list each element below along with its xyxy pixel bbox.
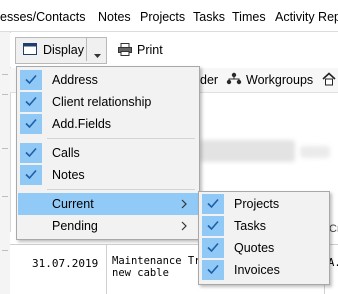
menu-item-label: Quotes <box>234 241 275 255</box>
submenu-arrow-icon <box>180 198 188 209</box>
menu-item-label: Client relationship <box>52 95 152 109</box>
tab-tasks[interactable]: Tasks <box>193 10 225 24</box>
menu-item-notes[interactable]: Notes <box>18 164 198 186</box>
menu-item-label: Current <box>52 197 94 211</box>
menu-item-label: Calls <box>52 146 80 160</box>
menu-item-calls[interactable]: Calls <box>18 142 198 164</box>
menu-item-pending[interactable]: Pending <box>18 215 198 237</box>
menu-separator <box>47 138 195 139</box>
current-submenu: Projects Tasks Quotes Invoices <box>198 191 330 285</box>
tab-addresses-contacts[interactable]: esses/Contacts <box>0 10 85 24</box>
left-tick <box>2 94 8 95</box>
dropdown-arrow-icon[interactable] <box>94 48 101 58</box>
submenu-item-invoices[interactable]: Invoices <box>200 259 328 281</box>
display-button[interactable]: Display <box>15 37 107 64</box>
redacted-content <box>200 140 295 162</box>
home-icon[interactable] <box>322 72 336 86</box>
row-date: 31.07.2019 <box>32 257 99 270</box>
menu-item-label: Tasks <box>234 219 266 233</box>
left-tick <box>2 74 8 75</box>
tab-activity-report[interactable]: Activity Rep <box>275 10 338 24</box>
tab-times[interactable]: Times <box>232 10 266 24</box>
menu-item-label: Pending <box>52 219 98 233</box>
display-button-label: Display <box>43 43 84 57</box>
print-button-label: Print <box>137 43 163 57</box>
checkmark-icon <box>24 145 38 159</box>
checkmark-icon <box>206 262 220 276</box>
menu-item-address[interactable]: Address <box>18 69 198 91</box>
checkmark-icon <box>206 240 220 254</box>
checkmark-icon <box>206 196 220 210</box>
grid-header-fragment: Cre <box>329 223 338 235</box>
menu-item-add-fields[interactable]: Add.Fields <box>18 113 198 135</box>
submenu-item-tasks[interactable]: Tasks <box>200 215 328 237</box>
checkmark-icon <box>24 167 38 181</box>
submenu-item-projects[interactable]: Projects <box>200 193 328 215</box>
tabbar-divider <box>0 31 338 32</box>
checkmark-icon <box>24 116 38 130</box>
checkmark-icon <box>24 94 38 108</box>
display-button-split-divider <box>86 38 87 61</box>
folder-label[interactable]: der <box>200 73 218 87</box>
left-tick <box>2 196 8 197</box>
window-icon <box>23 43 37 55</box>
submenu-arrow-icon <box>180 220 188 231</box>
menu-item-label: Notes <box>52 168 85 182</box>
redacted-content <box>300 146 330 158</box>
checkmark-icon <box>206 218 220 232</box>
row-description-line2: new cable <box>112 267 169 279</box>
left-tick <box>2 148 8 149</box>
submenu-item-quotes[interactable]: Quotes <box>200 237 328 259</box>
print-button[interactable]: Print <box>114 38 174 62</box>
menu-item-label: Invoices <box>234 263 280 277</box>
checkmark-icon <box>24 72 38 86</box>
menu-item-current[interactable]: Current <box>18 193 198 215</box>
menu-separator <box>47 189 195 190</box>
menu-item-label: Add.Fields <box>52 117 112 131</box>
left-tick <box>2 250 8 251</box>
tab-projects[interactable]: Projects <box>140 10 185 24</box>
menu-item-label: Address <box>52 73 98 87</box>
menu-item-label: Projects <box>234 197 280 211</box>
tab-notes[interactable]: Notes <box>98 10 131 24</box>
row-description-line1: Maintenance Tra <box>112 255 207 267</box>
workgroups-button[interactable]: Workgroups <box>246 73 313 87</box>
workgroups-icon <box>226 72 242 86</box>
menu-item-client-relationship[interactable]: Client relationship <box>18 91 198 113</box>
printer-icon <box>118 43 132 56</box>
display-menu: Address Client relationship Add.Fields C… <box>16 66 200 240</box>
